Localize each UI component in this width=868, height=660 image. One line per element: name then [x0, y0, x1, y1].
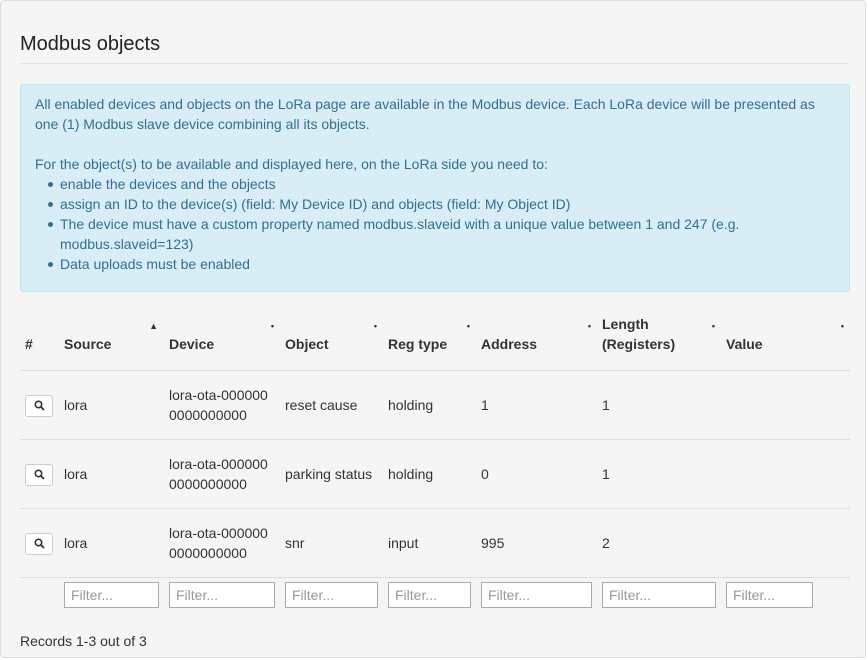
cell-source: lora: [59, 439, 164, 509]
cell-device: lora-ota-0000000000000000: [164, 370, 280, 440]
page-title: Modbus objects: [20, 33, 161, 55]
modbus-objects-panel: Modbus objects All enabled devices and o…: [0, 0, 866, 658]
col-header-source[interactable]: Source ▲: [59, 314, 164, 371]
col-header-regtype[interactable]: Reg type •: [383, 314, 476, 371]
info-paragraph-2: For the object(s) to be available and di…: [35, 156, 548, 172]
filter-address-input[interactable]: [481, 582, 592, 608]
cell-address: 995: [476, 508, 597, 578]
view-details-button[interactable]: [25, 463, 53, 486]
col-header-object[interactable]: Object •: [280, 314, 383, 371]
sort-indicator-icon[interactable]: •: [271, 316, 274, 336]
cell-object: reset cause: [280, 370, 383, 440]
filter-source-input[interactable]: [64, 582, 159, 608]
filter-object-input[interactable]: [285, 582, 378, 608]
filter-regtype-input[interactable]: [388, 582, 471, 608]
magnifier-icon: [33, 538, 45, 549]
modbus-objects-table: # Source ▲ Device • Object • Reg type • Addr…: [20, 314, 850, 618]
info-bullet: assign an ID to the device(s) (field: My…: [48, 194, 835, 214]
sort-indicator-icon[interactable]: •: [467, 316, 470, 336]
table-row: lora lora-ota-0000000000000000 parking s…: [20, 439, 850, 509]
view-details-button[interactable]: [25, 532, 53, 555]
sort-indicator-icon[interactable]: •: [712, 316, 715, 336]
cell-address: 0: [476, 439, 597, 509]
col-header-value[interactable]: Value •: [721, 314, 850, 371]
cell-length: 1: [597, 439, 721, 509]
info-bullet: The device must have a custom property n…: [48, 214, 835, 254]
view-details-button[interactable]: [25, 394, 53, 417]
table-row: lora lora-ota-0000000000000000 reset cau…: [20, 370, 850, 440]
filter-row: [20, 578, 850, 619]
table-row: lora lora-ota-0000000000000000 snr input…: [20, 508, 850, 578]
info-paragraph-1: All enabled devices and objects on the L…: [35, 96, 815, 132]
cell-length: 1: [597, 370, 721, 440]
col-header-length[interactable]: Length (Registers) •: [597, 314, 721, 371]
records-count: Records 1-3 out of 3: [20, 633, 147, 649]
info-bullet-list: enable the devices and the objects assig…: [35, 174, 835, 274]
filter-value-input[interactable]: [726, 582, 813, 608]
cell-source: lora: [59, 370, 164, 440]
cell-address: 1: [476, 370, 597, 440]
cell-value: [721, 439, 850, 509]
info-bullet: enable the devices and the objects: [48, 174, 835, 194]
info-alert: All enabled devices and objects on the L…: [20, 84, 850, 292]
cell-device: lora-ota-0000000000000000: [164, 439, 280, 509]
magnifier-icon: [33, 400, 45, 411]
cell-regtype: input: [383, 508, 476, 578]
cell-regtype: holding: [383, 370, 476, 440]
magnifier-icon: [33, 469, 45, 480]
cell-source: lora: [59, 508, 164, 578]
cell-value: [721, 508, 850, 578]
sort-indicator-icon[interactable]: •: [588, 316, 591, 336]
col-header-num: #: [20, 314, 59, 371]
info-bullet: Data uploads must be enabled: [48, 254, 835, 274]
cell-device: lora-ota-0000000000000000: [164, 508, 280, 578]
cell-length: 2: [597, 508, 721, 578]
cell-object: parking status: [280, 439, 383, 509]
col-header-device[interactable]: Device •: [164, 314, 280, 371]
title-divider: [20, 63, 849, 64]
sort-indicator-icon[interactable]: •: [841, 316, 844, 336]
cell-value: [721, 370, 850, 440]
filter-length-input[interactable]: [602, 582, 716, 608]
sort-ascending-icon[interactable]: ▲: [149, 316, 158, 336]
cell-regtype: holding: [383, 439, 476, 509]
table-header-row: # Source ▲ Device • Object • Reg type • Addr…: [20, 314, 850, 371]
col-header-address[interactable]: Address •: [476, 314, 597, 371]
filter-device-input[interactable]: [169, 582, 275, 608]
cell-object: snr: [280, 508, 383, 578]
sort-indicator-icon[interactable]: •: [374, 316, 377, 336]
